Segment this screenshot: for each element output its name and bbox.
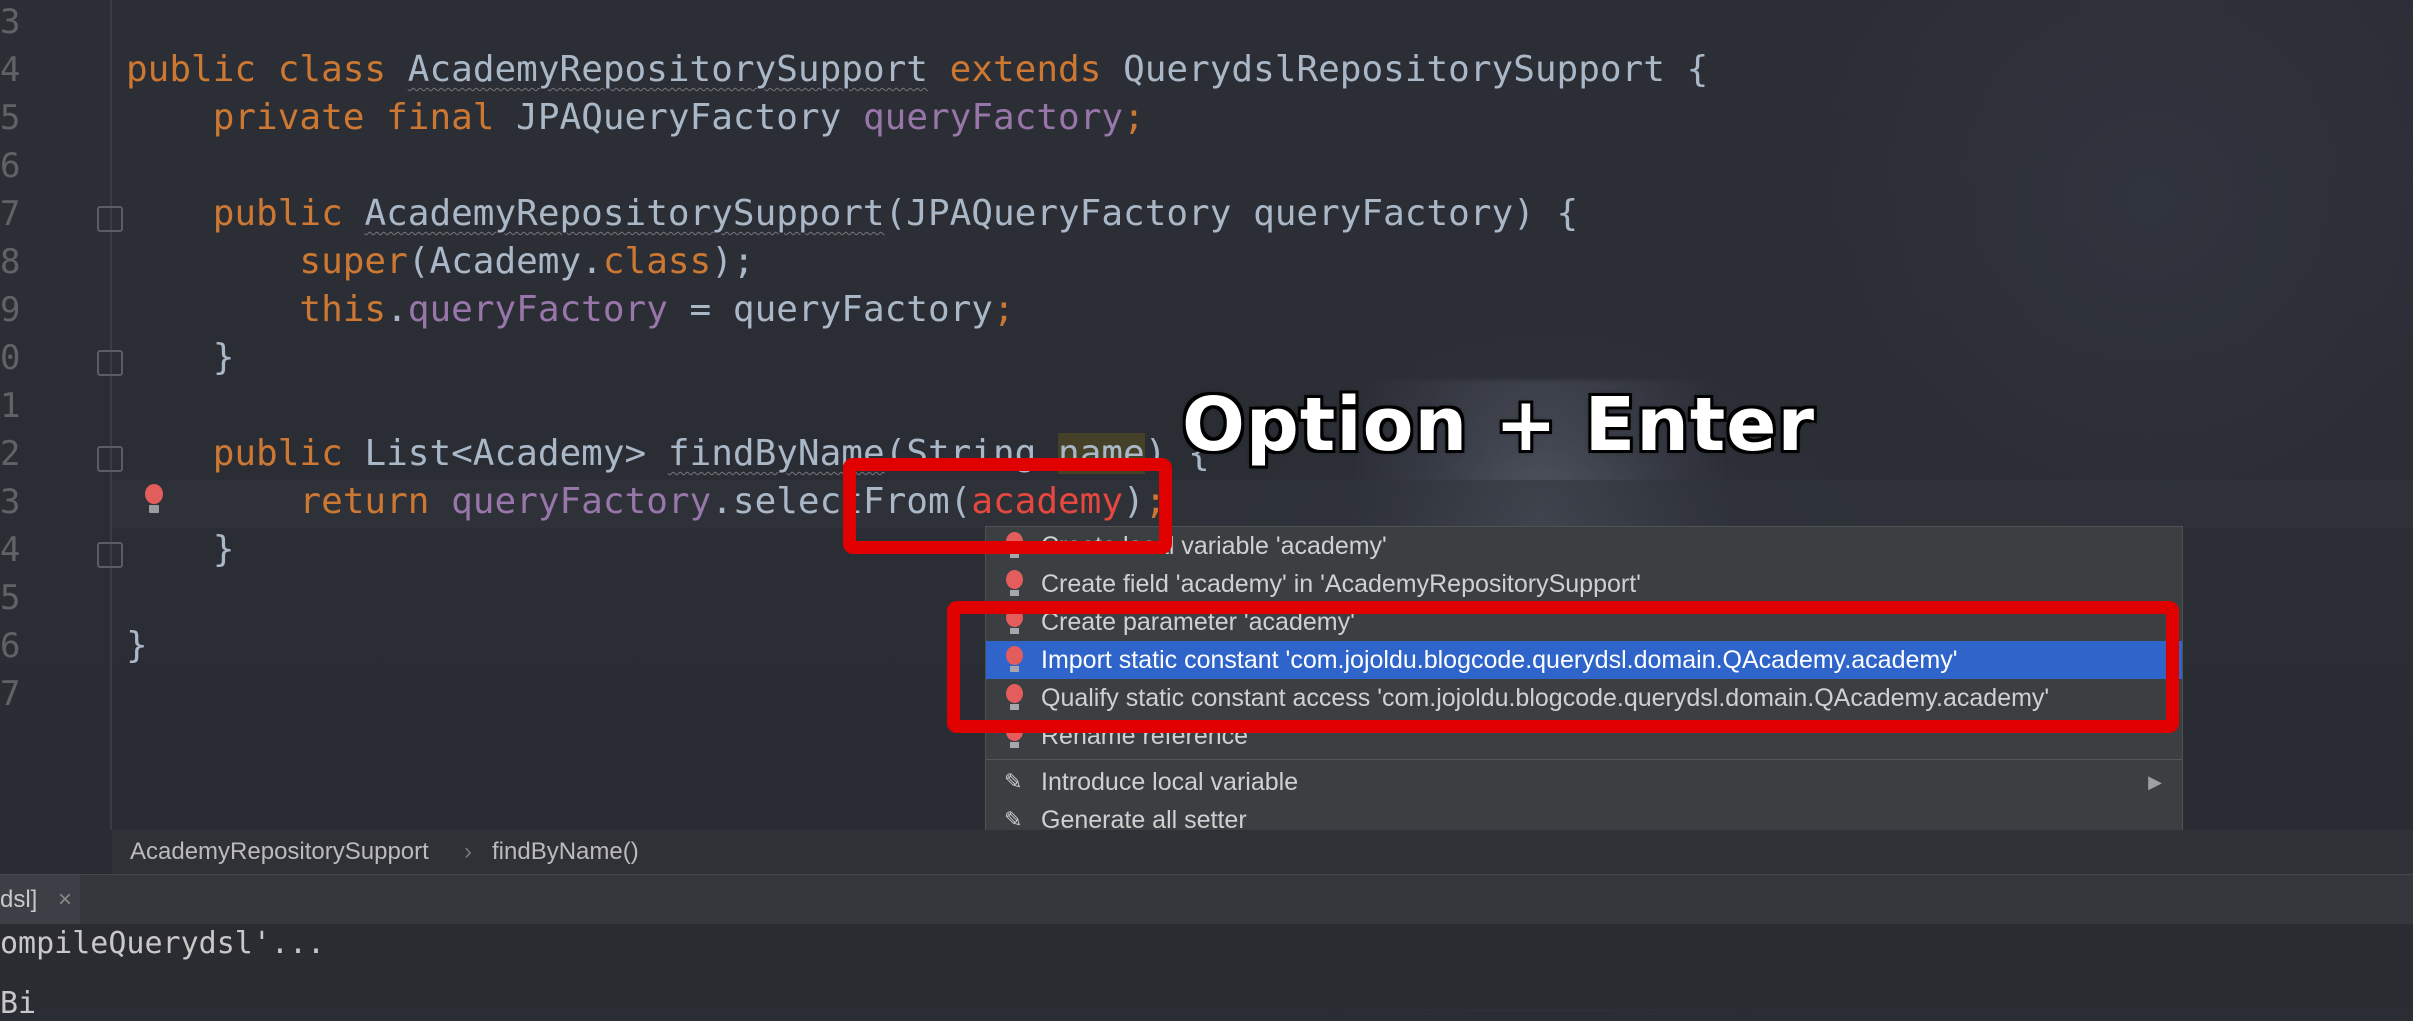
breadcrumb: AcademyRepositorySupport › findByName() [112,830,2413,874]
code-line: public AcademyRepositorySupport(JPAQuery… [212,193,1579,234]
line-number: 3 [0,482,21,522]
line-number: 7 [0,194,21,234]
lightbulb-icon [1005,570,1023,598]
line-number: 7 [0,674,21,714]
code-line: } [126,625,148,666]
fold-marker-icon[interactable] [97,542,123,568]
fold-marker-icon[interactable] [97,206,123,232]
line-number: 6 [0,626,21,666]
popup-item-introduce-local-variable[interactable]: ✎ Introduce local variable ▶ [986,763,2182,801]
line-number: 9 [0,290,21,330]
console-line: ompileQuerydsl'... [0,926,326,961]
edit-icon: ✎ [1004,807,1023,832]
tool-window-tabs: dsl] × [0,874,2413,925]
popup-divider [986,759,2182,760]
console-output[interactable]: ompileQuerydsl'... Bi [0,924,2413,1021]
breadcrumb-class[interactable]: AcademyRepositorySupport [130,830,429,874]
code-line: } [212,337,235,378]
highlight-box-error [843,458,1172,554]
submenu-arrow-icon: ▶ [2148,772,2162,792]
highlight-box-import [947,601,2179,733]
line-number: 0 [0,338,21,378]
line-number: 1 [0,386,21,426]
line-number: 8 [0,242,21,282]
line-number: 4 [0,530,21,570]
breadcrumb-separator: › [464,838,472,865]
line-number: 5 [0,578,21,618]
fold-marker-icon[interactable] [97,350,123,376]
tab-label: dsl] [0,886,38,913]
code-line: } [212,529,235,570]
code-line: public class AcademyRepositorySupport ex… [126,49,1709,90]
code-line: this.queryFactory = queryFactory; [299,289,1015,330]
code-line: super(Academy.class); [299,241,755,282]
line-number: 2 [0,434,21,474]
gutter-divider [110,0,112,830]
line-number: 5 [0,98,21,138]
close-icon[interactable]: × [58,886,72,913]
console-line: Bi [0,986,37,1021]
line-number: 6 [0,146,21,186]
popup-item-create-field[interactable]: Create field 'academy' in 'AcademyReposi… [986,565,2182,603]
refactor-icon: ✎ [1004,769,1023,794]
line-number: 3 [0,2,21,42]
run-tab[interactable]: dsl] × [0,875,80,925]
code-line: private final JPAQueryFactory queryFacto… [212,97,1145,138]
shortcut-annotation: Option + Enter [1182,382,1815,468]
breadcrumb-method[interactable]: findByName() [492,830,639,874]
fold-marker-icon[interactable] [97,446,123,472]
line-number: 4 [0,50,21,90]
